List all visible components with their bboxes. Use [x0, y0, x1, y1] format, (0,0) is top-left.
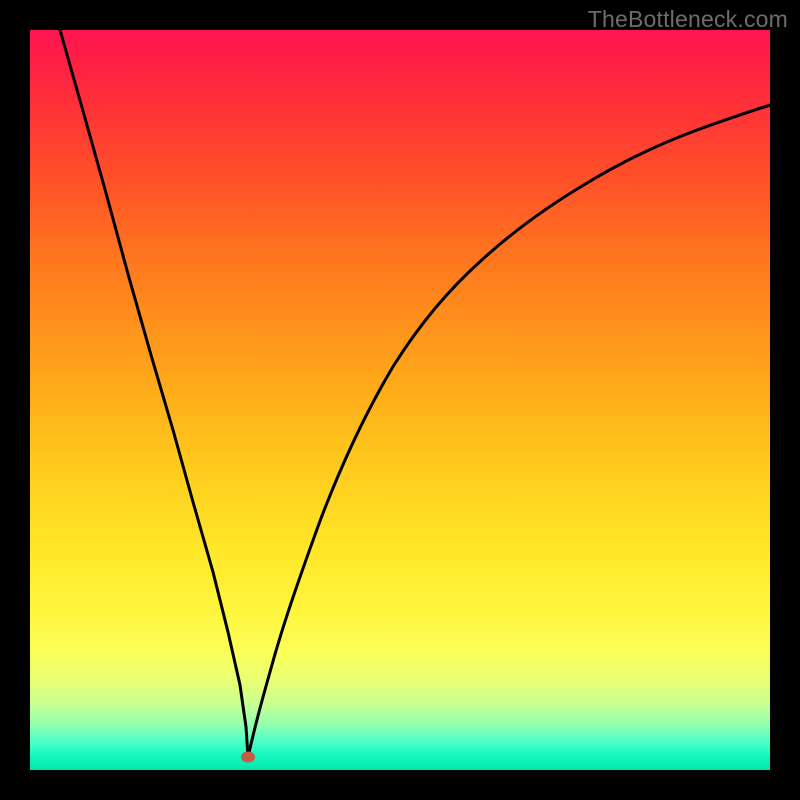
curve-left-branch [60, 30, 248, 757]
plot-area [30, 30, 770, 770]
chart-frame: TheBottleneck.com [0, 0, 800, 800]
optimal-point-marker [241, 752, 255, 763]
curve-right-branch [248, 105, 770, 757]
bottleneck-curve [30, 30, 770, 770]
watermark-text: TheBottleneck.com [588, 6, 788, 33]
